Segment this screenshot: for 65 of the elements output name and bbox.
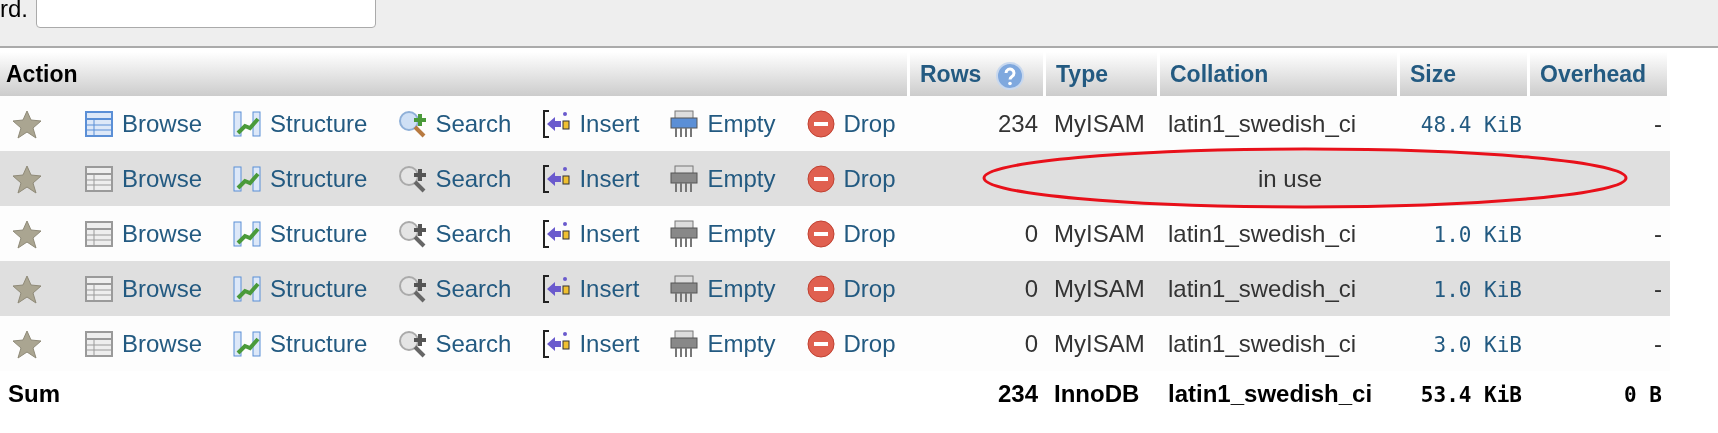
insert-link[interactable]: Insert	[541, 215, 640, 252]
browse-link[interactable]: Browse	[84, 270, 203, 307]
table-cell: 3.0 KiB	[1433, 332, 1522, 357]
browse-link[interactable]: Browse	[84, 215, 203, 252]
star-icon	[12, 108, 42, 139]
field-label: rd.	[0, 0, 28, 24]
table-cell: latin1_swedish_ci	[1168, 109, 1357, 137]
insert-link[interactable]: Insert	[541, 325, 640, 362]
table-cell: -	[1654, 109, 1662, 137]
table-cell: MyISAM	[1054, 274, 1145, 302]
total-cell: 0 B	[1624, 383, 1662, 407]
drop-link[interactable]: Drop	[805, 325, 896, 362]
table-cell: latin1_swedish_ci	[1168, 274, 1357, 302]
table-cell: latin1_swedish_ci	[1168, 329, 1357, 357]
table-cell: -	[1654, 274, 1662, 302]
total-cell: InnoDB	[1054, 380, 1140, 407]
table-cell: 1.0 KiB	[1433, 277, 1522, 302]
star-icon	[12, 328, 42, 359]
table-cell: 0	[1024, 329, 1038, 357]
browse-link[interactable]: Browse	[84, 160, 203, 197]
table-cell: 0	[1024, 219, 1038, 247]
star-icon	[12, 273, 42, 304]
table-cell: 234	[997, 109, 1038, 137]
column-header: Action	[6, 60, 78, 87]
search-link[interactable]: Search	[397, 160, 512, 197]
table-cell: MyISAM	[1054, 109, 1145, 137]
total-cell: 53.4 KiB	[1420, 383, 1522, 407]
browse-link[interactable]: Browse	[84, 105, 203, 142]
search-link[interactable]: Search	[397, 270, 512, 307]
search-link[interactable]: Search	[397, 105, 512, 142]
search-link[interactable]: Search	[397, 325, 512, 362]
structure-link[interactable]: Structure	[232, 160, 368, 197]
sum-label: Sum	[8, 380, 60, 407]
structure-link[interactable]: Structure	[232, 325, 368, 362]
total-cell: latin1_swedish_ci	[1168, 380, 1373, 407]
table-cell: MyISAM	[1054, 329, 1145, 357]
empty-link[interactable]: Empty	[669, 325, 776, 362]
status-text: in use	[1257, 164, 1322, 192]
search-link[interactable]: Search	[397, 215, 512, 252]
table-cell: -	[1654, 329, 1662, 357]
total-cell: 234	[997, 380, 1038, 407]
empty-link[interactable]: Empty	[669, 270, 776, 307]
drop-link[interactable]: Drop	[805, 160, 896, 197]
star-icon	[12, 218, 42, 249]
empty-link[interactable]: Empty	[669, 105, 776, 142]
insert-link[interactable]: Insert	[541, 160, 640, 197]
table-cell: -	[1654, 219, 1662, 247]
table-cell: 48.4 KiB	[1420, 112, 1522, 137]
table-cell: 0	[1024, 274, 1038, 302]
drop-link[interactable]: Drop	[805, 105, 896, 142]
empty-link[interactable]: Empty	[669, 215, 776, 252]
input-field[interactable]	[36, 0, 376, 28]
drop-link[interactable]: Drop	[805, 215, 896, 252]
structure-link[interactable]: Structure	[232, 105, 368, 142]
table-cell: MyISAM	[1054, 219, 1145, 247]
drop-link[interactable]: Drop	[805, 270, 896, 307]
insert-link[interactable]: Insert	[541, 270, 640, 307]
empty-link[interactable]: Empty	[669, 160, 776, 197]
structure-link[interactable]: Structure	[232, 215, 368, 252]
table-cell: latin1_swedish_ci	[1168, 219, 1357, 247]
insert-link[interactable]: Insert	[541, 105, 640, 142]
structure-link[interactable]: Structure	[232, 270, 368, 307]
browse-link[interactable]: Browse	[84, 325, 203, 362]
star-icon	[12, 163, 42, 194]
table-cell: 1.0 KiB	[1433, 222, 1522, 247]
